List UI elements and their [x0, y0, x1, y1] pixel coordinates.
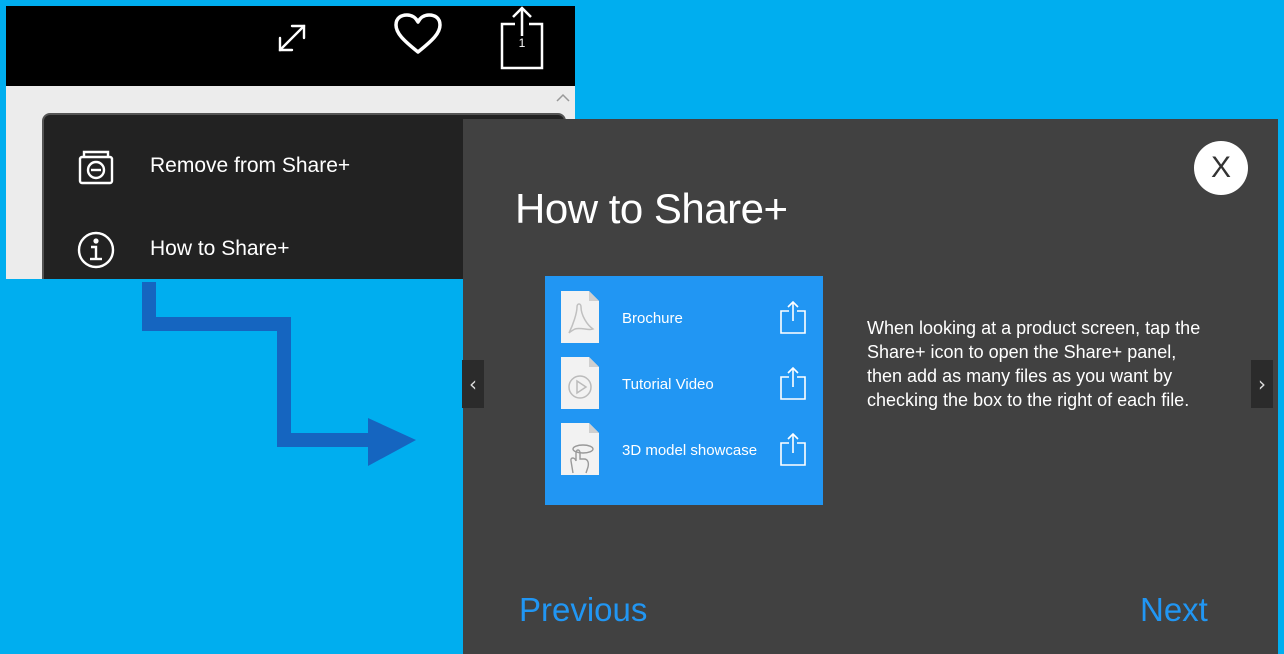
scroll-up-icon[interactable] [555, 90, 571, 106]
expand-icon[interactable] [274, 20, 310, 56]
previous-button[interactable]: Previous [519, 591, 647, 629]
close-button[interactable]: X [1194, 141, 1248, 195]
menu-item-label: How to Share+ [150, 237, 290, 260]
share-icon [780, 433, 806, 466]
file-name: Brochure [622, 310, 683, 327]
info-icon [77, 231, 115, 269]
remove-share-icon [78, 150, 114, 185]
next-slide-arrow[interactable]: › [1251, 360, 1273, 408]
top-toolbar: 1 [6, 6, 575, 86]
menu-item-label: Remove from Share+ [150, 154, 351, 177]
share-count-badge: 1 [518, 36, 526, 50]
share-icon [780, 367, 806, 400]
instruction-text: When looking at a product screen, tap th… [867, 318, 1201, 410]
3d-model-doc-icon [561, 423, 599, 475]
how-to-share-dialog: X How to Share+ Brochure Tutorial Video … [462, 119, 1278, 654]
video-doc-icon [561, 357, 599, 409]
heart-icon[interactable] [393, 12, 443, 56]
file-row-tutorial-video: Tutorial Video [545, 355, 823, 415]
file-row-brochure: Brochure [545, 289, 823, 349]
previous-slide-arrow[interactable]: ‹ [462, 360, 484, 408]
share-panel-illustration: Brochure Tutorial Video 3D model showcas… [545, 276, 823, 505]
next-button[interactable]: Next [1140, 591, 1208, 629]
pdf-doc-icon [561, 291, 599, 343]
share-icon [780, 301, 806, 334]
dialog-title: How to Share+ [515, 185, 788, 232]
file-row-3d-model-showcase: 3D model showcase [545, 421, 823, 481]
file-name: Tutorial Video [622, 376, 714, 393]
file-name: 3D model showcase [622, 442, 758, 459]
